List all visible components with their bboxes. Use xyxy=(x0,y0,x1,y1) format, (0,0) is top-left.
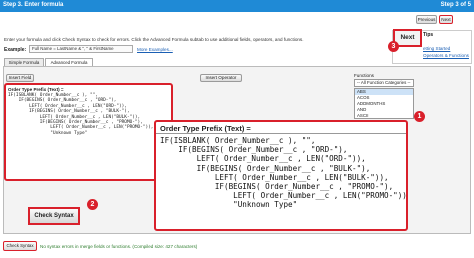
wizard-header: Step 3. Enter formula Step 3 of 5 xyxy=(0,0,474,12)
tab-simple-formula[interactable]: Simple Formula xyxy=(4,58,44,66)
syntax-status-message: No syntax errors in merge fields or func… xyxy=(40,244,198,249)
function-list[interactable]: ABS ACOS ADDMONTHS AND ASCII xyxy=(354,88,414,119)
insert-field-button[interactable]: Insert Field xyxy=(6,74,34,82)
formula-zoom-header: Order Type Prefix (Text) = xyxy=(156,122,406,134)
functions-label: Functions xyxy=(354,73,374,78)
next-button[interactable]: Next xyxy=(439,15,453,24)
function-category-select[interactable]: -- All Function Categories -- xyxy=(354,79,414,87)
operators-functions-link[interactable]: Operators & Functions xyxy=(423,53,469,58)
getting-started-link[interactable]: etting Started xyxy=(423,46,450,51)
tips-title: Tips xyxy=(423,32,434,38)
formula-zoom-code: IF(ISBLANK( Order_Number__c ), "", IF(BE… xyxy=(160,136,408,210)
tab-advanced-formula[interactable]: Advanced Formula xyxy=(45,58,93,66)
check-syntax-callout[interactable]: Check Syntax xyxy=(28,207,80,225)
wizard-title: Step 3. Enter formula xyxy=(3,2,64,8)
step-badge-3: 3 xyxy=(388,41,399,52)
step-badge-1: 1 xyxy=(414,111,425,122)
example-field: Full Name = LastName & ", " & FirstName xyxy=(29,45,133,53)
formula-highlight-frame xyxy=(4,83,173,181)
wizard-step-indicator: Step 3 of 5 xyxy=(440,2,471,8)
intro-text: Enter your formula and click Check Synta… xyxy=(4,37,304,42)
more-examples-link[interactable]: More Examples... xyxy=(137,47,173,52)
function-item[interactable]: ASCII xyxy=(355,113,413,119)
step-badge-2: 2 xyxy=(87,199,98,210)
previous-button[interactable]: Previous xyxy=(416,15,437,24)
insert-operator-button[interactable]: Insert Operator xyxy=(200,74,242,82)
example-label: Example: xyxy=(4,47,27,53)
check-syntax-button[interactable]: Check Syntax xyxy=(3,241,37,251)
formula-zoom-callout: Order Type Prefix (Text) = IF(ISBLANK( O… xyxy=(154,120,408,231)
